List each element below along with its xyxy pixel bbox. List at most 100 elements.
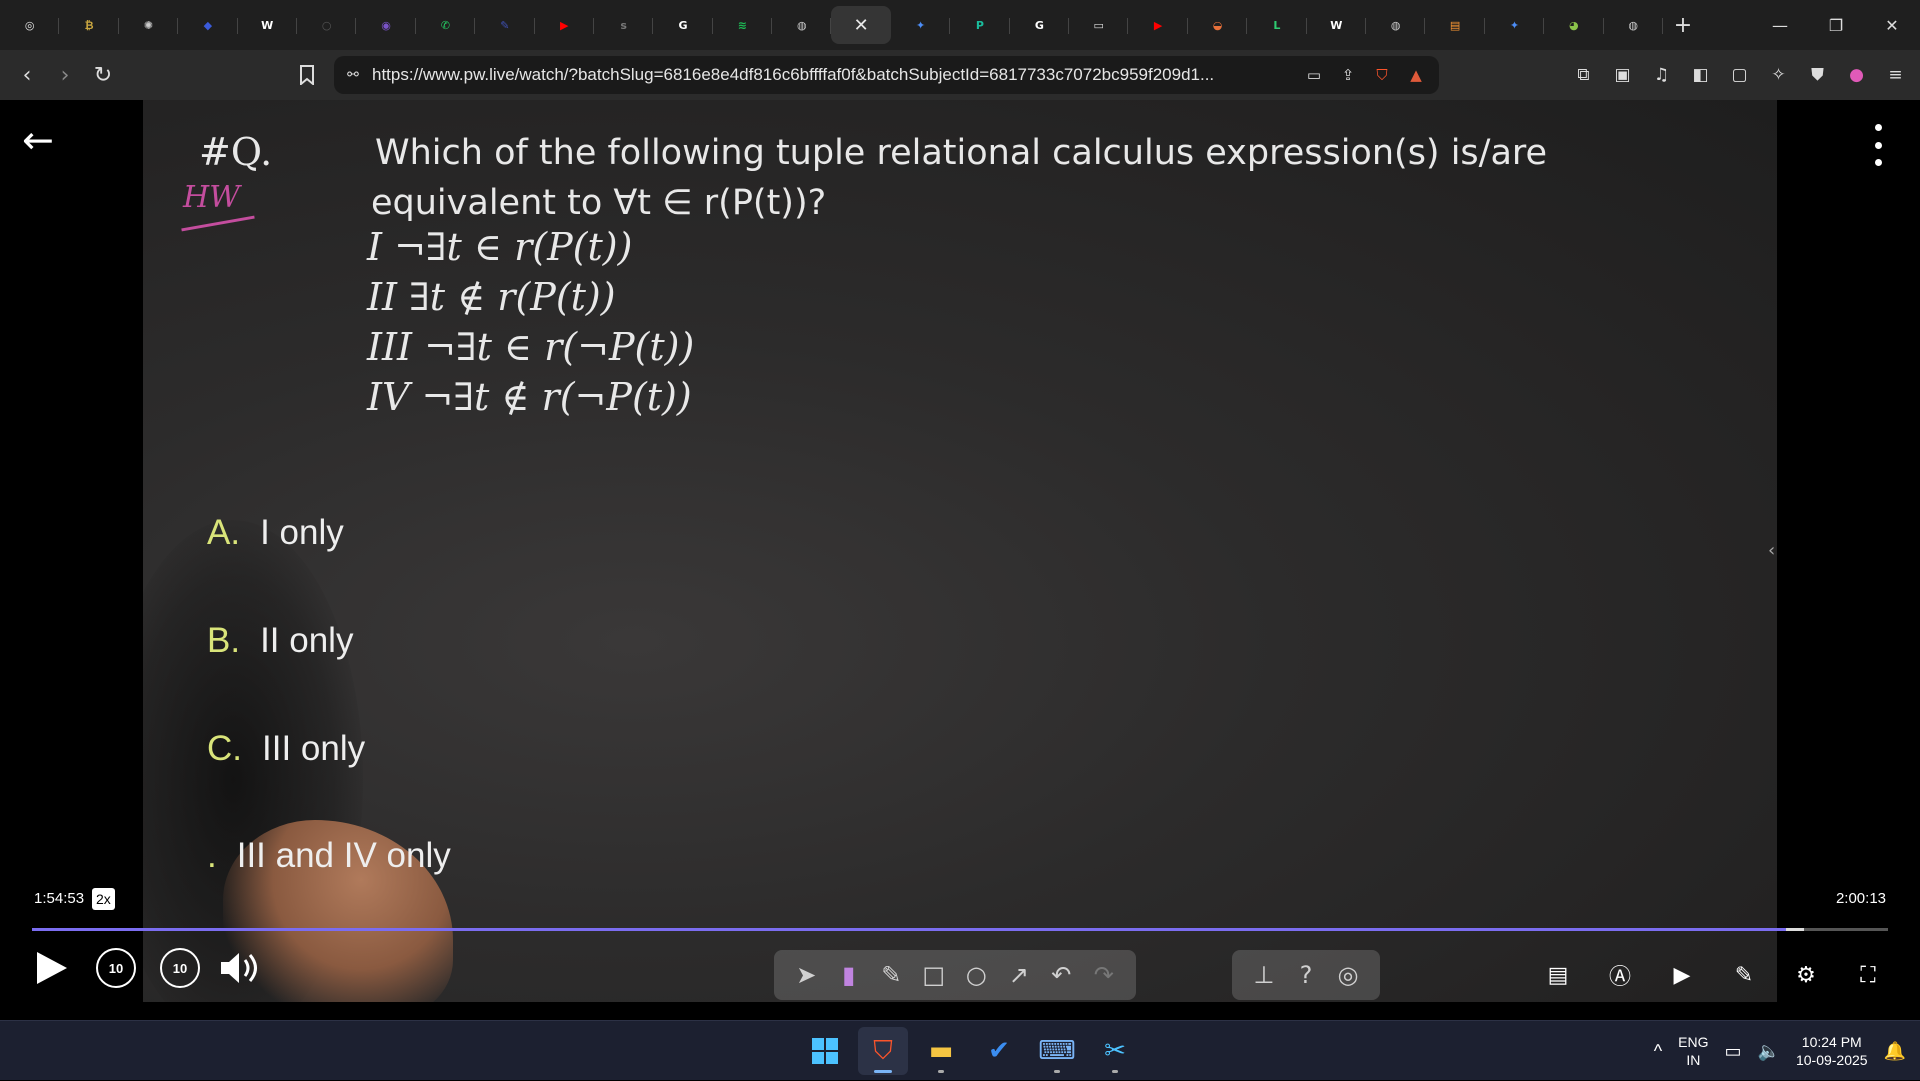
browser-tab[interactable]: ○ — [297, 6, 357, 44]
side-panel-chevron-icon[interactable]: ‹ — [1768, 540, 1775, 561]
cast-icon[interactable]: ▭ — [1299, 60, 1329, 90]
notification-bell-icon[interactable]: 🔔 — [1876, 1042, 1920, 1060]
translate-icon[interactable]: Ⓐ — [1600, 955, 1640, 995]
browser-tab[interactable]: ▶ — [1128, 6, 1188, 44]
pen-icon: ✎ — [500, 18, 510, 32]
profile-icon[interactable]: ● — [1838, 60, 1875, 90]
browser-tab[interactable]: ◎ — [0, 6, 60, 44]
language-indicator[interactable]: ENG IN — [1670, 1033, 1716, 1069]
browser-tab[interactable]: ◕ — [1544, 6, 1604, 44]
browser-tab[interactable]: W — [1307, 6, 1366, 44]
brave-rewards-icon[interactable]: ▲ — [1401, 60, 1431, 90]
browser-tab[interactable]: ◍ — [1366, 6, 1426, 44]
reader-icon[interactable]: ▣ — [1604, 60, 1641, 90]
india-flag-icon: ▤ — [1449, 18, 1461, 32]
fullscreen-icon[interactable]: ⛶ — [1848, 955, 1888, 995]
browser-tab[interactable]: ✆ — [416, 6, 476, 44]
video-player[interactable]: ← #Q. HW Which of the following tuple re… — [0, 100, 1920, 1020]
browser-tab[interactable]: ✺ — [119, 6, 179, 44]
notes-icon[interactable]: ✎ — [1724, 955, 1764, 995]
brave-taskbar-icon[interactable]: ⛉ — [858, 1027, 908, 1075]
marker-tool-icon: ▮ — [842, 961, 856, 989]
homework-mark: HW — [183, 180, 240, 215]
browser-tab[interactable]: ✦ — [1485, 6, 1545, 44]
restore-button[interactable]: ❐ — [1808, 0, 1864, 50]
settings-gear-icon[interactable]: ⚙ — [1786, 955, 1826, 995]
browser-tab[interactable]: s — [594, 6, 654, 44]
forward-button[interactable]: › — [46, 56, 84, 94]
file-explorer-icon[interactable]: ▬ — [916, 1027, 966, 1075]
browser-tab[interactable]: ▭ — [1069, 6, 1129, 44]
wallet-icon[interactable]: ▢ — [1721, 60, 1758, 90]
circle-tool-icon: ○ — [965, 961, 987, 989]
browser-tab[interactable]: L — [1247, 6, 1307, 44]
keyboard-icon[interactable]: ⌨ — [1032, 1027, 1082, 1075]
rewind-10-button[interactable]: 10 — [96, 948, 136, 988]
snipping-tool-icon[interactable]: ✂ — [1090, 1027, 1140, 1075]
leo-icon[interactable]: ✧ — [1760, 60, 1797, 90]
share-icon[interactable]: ⇪ — [1333, 60, 1363, 90]
leetcode-icon: L — [1273, 18, 1281, 32]
captions-icon[interactable]: ▤ — [1538, 955, 1578, 995]
planet-icon: ◒ — [1212, 18, 1223, 32]
question-number: #Q. — [199, 130, 273, 174]
minimize-button[interactable]: — — [1752, 0, 1808, 50]
browser-tab[interactable]: ◍ — [1604, 6, 1663, 44]
picture-in-picture-icon[interactable]: ▶ — [1662, 955, 1702, 995]
browser-tab[interactable]: ₿ — [59, 6, 119, 44]
new-tab-button[interactable]: + — [1663, 6, 1703, 44]
browser-tab[interactable]: ▶ — [535, 6, 594, 44]
show-hidden-icons[interactable]: ^ — [1646, 1042, 1670, 1060]
redo-icon: ↷ — [1093, 961, 1114, 989]
menu-icon[interactable]: ≡ — [1877, 60, 1914, 90]
network-icon[interactable]: ▭ — [1717, 1042, 1750, 1060]
todo-icon[interactable]: ✔ — [974, 1027, 1024, 1075]
browser-tab[interactable]: ◆ — [178, 6, 238, 44]
speaker-icon[interactable]: 🔈 — [1750, 1042, 1788, 1060]
browser-tab[interactable]: ✦ — [891, 6, 951, 44]
start-button[interactable] — [800, 1027, 850, 1075]
back-button[interactable]: ‹ — [8, 56, 46, 94]
browser-tab[interactable]: ◒ — [1188, 6, 1248, 44]
browser-tab[interactable]: ◉ — [356, 6, 416, 44]
globe-icon: ◍ — [1390, 18, 1401, 32]
browser-tab[interactable]: P — [950, 6, 1010, 44]
progress-bar[interactable] — [32, 928, 1888, 931]
more-options-icon[interactable] — [1866, 124, 1890, 166]
vpn-icon[interactable]: ⛊ — [1799, 60, 1836, 90]
volume-icon[interactable] — [216, 948, 266, 988]
browser-tab[interactable]: G — [653, 6, 713, 44]
extensions-icon[interactable]: ⧉ — [1565, 60, 1602, 90]
playback-speed-badge[interactable]: 2x — [92, 888, 115, 910]
browser-tab[interactable]: W — [238, 6, 297, 44]
browser-tab[interactable]: ✎ — [475, 6, 535, 44]
placeholder-icon: ○ — [321, 18, 332, 32]
browser-tab[interactable]: ▤ — [1425, 6, 1485, 44]
brave-shield-icon[interactable]: ⛉ — [1367, 60, 1397, 90]
current-time: 1:54:53 — [34, 890, 85, 907]
forward-10-button[interactable]: 10 — [160, 948, 200, 988]
browser-tab[interactable]: ✕ — [831, 6, 891, 44]
sidebar-icon[interactable]: ◧ — [1682, 60, 1719, 90]
bookmark-icon[interactable] — [292, 60, 322, 90]
media-icon[interactable]: ♫ — [1643, 60, 1680, 90]
browser-tab[interactable]: ◍ — [772, 6, 832, 44]
address-bar[interactable]: ⚯ https://www.pw.live/watch/?batchSlug=6… — [334, 56, 1439, 94]
reload-button[interactable]: ↻ — [84, 56, 122, 94]
option-c-text: III only — [262, 729, 366, 768]
close-window-button[interactable]: ✕ — [1864, 0, 1920, 50]
url-text[interactable]: https://www.pw.live/watch/?batchSlug=681… — [372, 65, 1299, 85]
option-d: . III and IV only — [207, 836, 451, 876]
browser-tab[interactable]: G — [1010, 6, 1070, 44]
close-tab-icon[interactable]: ✕ — [854, 15, 869, 36]
pw-icon: P — [975, 18, 984, 32]
back-arrow-icon[interactable]: ← — [22, 120, 62, 160]
whatsapp-icon: ✆ — [440, 18, 451, 32]
browser-tab[interactable]: ≋ — [713, 6, 773, 44]
play-button[interactable] — [32, 948, 72, 988]
wikipedia-icon: W — [1330, 18, 1343, 32]
clock[interactable]: 10:24 PM 10-09-2025 — [1788, 1033, 1876, 1069]
site-settings-icon[interactable]: ⚯ — [334, 56, 372, 94]
expression-3: III ¬∃t ∈ r(¬P(t)) — [367, 325, 695, 369]
video-frame[interactable]: #Q. HW Which of the following tuple rela… — [143, 100, 1777, 1002]
